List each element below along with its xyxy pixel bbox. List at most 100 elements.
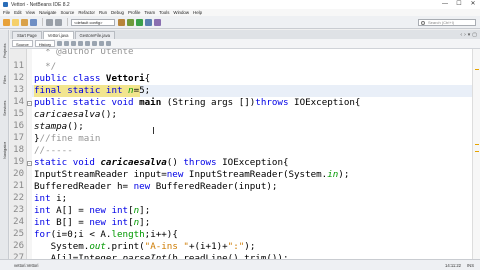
- build-icon[interactable]: [118, 18, 125, 26]
- search-placeholder: Search (Ctrl+I): [428, 19, 455, 25]
- menu-run[interactable]: Run: [99, 10, 107, 15]
- code-token: public class: [34, 73, 106, 84]
- editor-tab-strip: Start Page Vettori.java GestoreFile.java…: [10, 30, 480, 39]
- code-line: public class Vettori{: [34, 73, 150, 85]
- line-number: 21: [13, 181, 24, 191]
- shift-right-icon[interactable]: [92, 41, 98, 46]
- code-token: throws: [255, 97, 295, 108]
- undo-icon[interactable]: [46, 18, 53, 26]
- code-token: static void: [34, 157, 101, 168]
- code-token: int: [34, 205, 57, 216]
- comment-icon[interactable]: [99, 41, 105, 46]
- forward-icon[interactable]: [64, 41, 70, 46]
- source-button[interactable]: Source: [12, 40, 33, 47]
- run-icon[interactable]: [136, 18, 143, 26]
- menu-tools[interactable]: Tools: [159, 10, 169, 15]
- find-icon[interactable]: [71, 41, 77, 46]
- left-panel-tabs: Projects Files Services Navigator: [0, 30, 9, 259]
- code-token: final static int: [34, 85, 129, 96]
- toggle-bookmark-icon[interactable]: [78, 41, 84, 46]
- code-token: for: [34, 229, 51, 240]
- main-toolbar: <default config> Search (Ctrl+I): [0, 16, 480, 29]
- code-token: main: [139, 97, 162, 108]
- uncomment-icon[interactable]: [106, 41, 112, 46]
- code-line: BufferedReader h= new BufferedReader(inp…: [34, 181, 277, 193]
- code-line: int B[] = new int[n];: [34, 217, 150, 229]
- maximize-button[interactable]: ☐: [452, 0, 466, 9]
- occurrence-marker[interactable]: [475, 69, 479, 70]
- code-token: new int: [89, 217, 129, 228]
- code-line: static void caricaesalva() throws IOExce…: [34, 157, 289, 169]
- code-token: public static void: [34, 97, 140, 108]
- save-all-icon[interactable]: [30, 18, 37, 26]
- menu-navigate[interactable]: Navigate: [39, 10, 56, 15]
- menu-refactor[interactable]: Refactor: [78, 10, 95, 15]
- code-token: BufferedReader(input);: [155, 181, 278, 192]
- code-line: for(i=0;i < A.length;i++){: [34, 229, 178, 241]
- tab-vettori-java[interactable]: Vettori.java: [42, 31, 74, 39]
- tab-projects[interactable]: Projects: [0, 34, 9, 68]
- code-token: BufferedReader h=: [34, 181, 134, 192]
- new-file-icon[interactable]: [12, 18, 19, 26]
- menu-edit[interactable]: Edit: [14, 10, 22, 15]
- clean-build-icon[interactable]: [127, 18, 134, 26]
- profile-icon[interactable]: [154, 18, 161, 26]
- code-token: length: [111, 229, 145, 240]
- close-button[interactable]: ✕: [466, 0, 480, 9]
- menu-team[interactable]: Team: [144, 10, 155, 15]
- menu-bar: File Edit View Navigate Source Refactor …: [0, 9, 480, 16]
- toolbar-separator: [42, 18, 43, 26]
- code-token: .print(: [105, 241, 145, 252]
- code-token: A[] =: [56, 205, 90, 216]
- tab-start-page[interactable]: Start Page: [12, 31, 42, 39]
- debug-icon[interactable]: [145, 18, 152, 26]
- code-editor[interactable]: * @author Utente */public class Vettori{…: [32, 49, 472, 259]
- chevron-right-icon[interactable]: ›: [464, 32, 466, 38]
- code-token: Vettori: [105, 73, 145, 84]
- tab-files[interactable]: Files: [0, 70, 9, 90]
- open-project-icon[interactable]: [21, 18, 28, 26]
- maximize-window-icon[interactable]: ▢: [472, 32, 477, 38]
- code-line: int A[] = new int[n];: [34, 205, 150, 217]
- search-input[interactable]: Search (Ctrl+I): [418, 18, 476, 26]
- history-button[interactable]: History: [34, 40, 56, 47]
- minimize-button[interactable]: —: [438, 0, 452, 9]
- error-stripe[interactable]: [472, 49, 480, 259]
- chevron-down-icon[interactable]: ▾: [468, 32, 471, 38]
- menu-help[interactable]: Help: [193, 10, 202, 15]
- code-line: stampa();: [34, 121, 84, 133]
- window-controls: — ☐ ✕: [438, 0, 480, 9]
- occurrence-marker[interactable]: [475, 144, 479, 145]
- tab-gestorefile-java[interactable]: GestoreFile.java: [74, 31, 116, 39]
- back-icon[interactable]: [57, 41, 63, 46]
- code-token: new: [133, 181, 156, 192]
- tab-navigator[interactable]: Navigator: [0, 132, 9, 168]
- menu-view[interactable]: View: [26, 10, 35, 15]
- menu-debug[interactable]: Debug: [111, 10, 124, 15]
- code-line: caricaesalva();: [34, 109, 117, 121]
- chevron-left-icon[interactable]: ‹: [460, 32, 462, 38]
- line-number: 23: [13, 205, 24, 215]
- line-number-gutter: 11 12 13 14 15 16 17 18 19 20 21 22 23 2…: [10, 49, 27, 263]
- redo-icon[interactable]: [55, 18, 62, 26]
- line-number: 15: [13, 109, 24, 119]
- code-token: InputStreamReader(System.: [188, 169, 328, 180]
- code-token: in: [327, 169, 339, 180]
- menu-file[interactable]: File: [3, 10, 10, 15]
- code-line: */: [34, 61, 56, 73]
- line-number: 14: [13, 97, 24, 107]
- netbeans-icon: [3, 2, 8, 7]
- config-combo[interactable]: <default config>: [71, 18, 115, 26]
- menu-profile[interactable]: Profile: [128, 10, 140, 15]
- tab-services[interactable]: Services: [0, 92, 9, 124]
- code-line: InputStreamReader input=new InputStreamR…: [34, 169, 349, 181]
- code-token: InputStreamReader input=: [34, 169, 167, 180]
- occurrence-marker[interactable]: [475, 151, 479, 152]
- menu-source[interactable]: Source: [60, 10, 74, 15]
- new-project-icon[interactable]: [3, 18, 10, 26]
- code-token: stampa: [34, 121, 68, 132]
- menu-window[interactable]: Window: [173, 10, 189, 15]
- shift-left-icon[interactable]: [85, 41, 91, 46]
- status-file: vettori.Vettori: [14, 262, 39, 268]
- code-token: IOException{: [294, 97, 361, 108]
